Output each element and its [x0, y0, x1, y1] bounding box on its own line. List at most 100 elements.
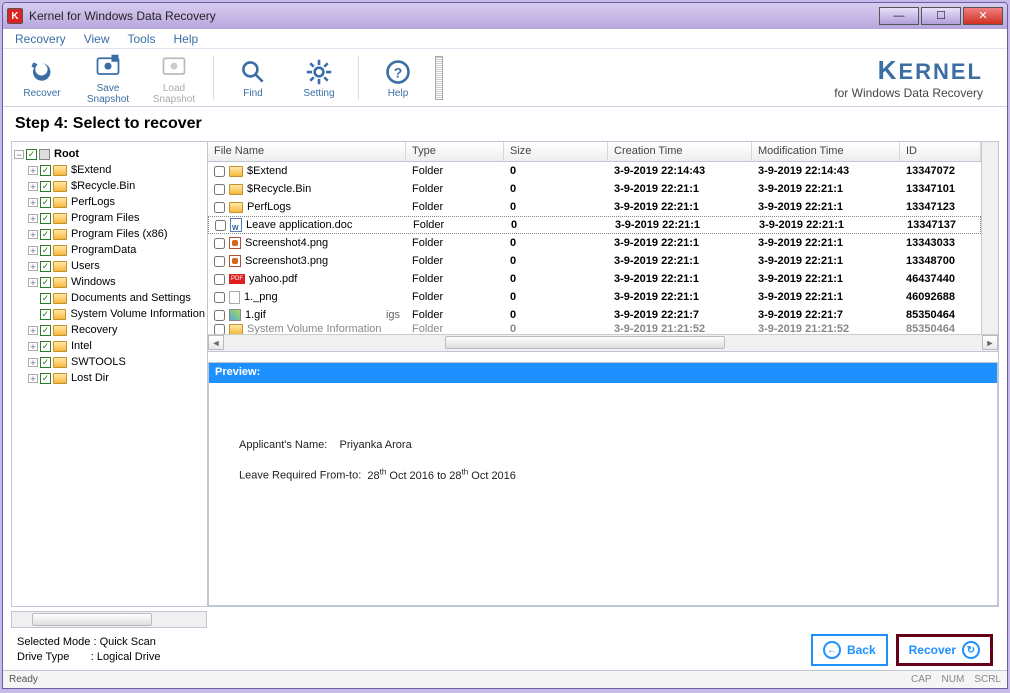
menu-tools[interactable]: Tools — [127, 32, 155, 46]
row-checkbox[interactable] — [214, 256, 225, 267]
checkbox-icon[interactable]: ✓ — [40, 229, 51, 240]
tree-item[interactable]: +✓Windows — [14, 274, 205, 290]
checkbox-icon[interactable]: ✓ — [40, 341, 51, 352]
back-button[interactable]: ← Back — [811, 634, 888, 666]
folder-tree[interactable]: − ✓ Root +✓$Extend+✓$Recycle.Bin+✓PerfLo… — [12, 142, 208, 606]
file-mtime: 3-9-2019 22:14:43 — [752, 164, 900, 178]
checkbox-icon[interactable]: ✓ — [40, 213, 51, 224]
expand-icon[interactable]: + — [28, 278, 38, 287]
toolbar-find[interactable]: Find — [222, 56, 284, 99]
tree-item[interactable]: +✓PerfLogs — [14, 194, 205, 210]
tree-item[interactable]: +✓Users — [14, 258, 205, 274]
tree-item[interactable]: ✓System Volume Information — [14, 306, 205, 322]
tree-item[interactable]: +✓Lost Dir — [14, 370, 205, 386]
expand-icon[interactable]: + — [28, 182, 38, 191]
image-icon — [229, 237, 241, 249]
tree-root[interactable]: − ✓ Root — [14, 146, 205, 162]
expand-icon[interactable]: + — [28, 342, 38, 351]
tree-item[interactable]: +✓$Extend — [14, 162, 205, 178]
row-checkbox[interactable] — [214, 184, 225, 195]
expand-icon[interactable]: + — [28, 214, 38, 223]
toolbar-recover[interactable]: Recover — [11, 56, 73, 99]
col-id[interactable]: ID — [900, 142, 981, 161]
back-arrow-icon: ← — [823, 641, 841, 659]
row-checkbox[interactable] — [214, 292, 225, 303]
checkbox-icon[interactable]: ✓ — [40, 373, 51, 384]
table-body[interactable]: $ExtendFolder03-9-2019 22:14:433-9-2019 … — [208, 162, 981, 334]
expand-icon[interactable]: + — [28, 374, 38, 383]
tree-item[interactable]: +✓Program Files — [14, 210, 205, 226]
tree-item[interactable]: +✓ProgramData — [14, 242, 205, 258]
toolbar-overflow-grip[interactable] — [435, 56, 443, 100]
toolbar-save-snapshot[interactable]: Save Snapshot — [77, 51, 139, 105]
checkbox-icon[interactable]: ✓ — [40, 357, 51, 368]
expand-icon[interactable]: + — [28, 198, 38, 207]
checkbox-icon[interactable]: ✓ — [40, 181, 51, 192]
expand-icon[interactable]: + — [28, 262, 38, 271]
row-checkbox[interactable] — [215, 220, 226, 231]
tree-horizontal-scrollbar[interactable] — [11, 611, 207, 628]
table-row[interactable]: Screenshot4.pngFolder03-9-2019 22:21:13-… — [208, 234, 981, 252]
checkbox-icon[interactable]: ✓ — [40, 277, 51, 288]
expand-icon[interactable]: + — [28, 326, 38, 335]
checkbox-icon[interactable]: ✓ — [40, 309, 51, 320]
checkbox-icon[interactable]: ✓ — [40, 261, 51, 272]
tree-item[interactable]: +✓Program Files (x86) — [14, 226, 205, 242]
table-row[interactable]: PerfLogsFolder03-9-2019 22:21:13-9-2019 … — [208, 198, 981, 216]
scroll-left-icon[interactable]: ◄ — [208, 335, 224, 350]
toolbar-recover-label: Recover — [11, 88, 73, 99]
table-row[interactable]: Leave application.docFolder03-9-2019 22:… — [208, 216, 981, 234]
checkbox-icon[interactable]: ✓ — [40, 165, 51, 176]
toolbar-help[interactable]: ? Help — [367, 56, 429, 99]
checkbox-icon[interactable]: ✓ — [40, 245, 51, 256]
tree-item[interactable]: ✓Documents and Settings — [14, 290, 205, 306]
maximize-button[interactable]: ☐ — [921, 7, 961, 25]
expand-icon[interactable]: + — [28, 230, 38, 239]
scroll-thumb[interactable] — [445, 336, 725, 349]
table-row[interactable]: $Recycle.BinFolder03-9-2019 22:21:13-9-2… — [208, 180, 981, 198]
col-creation[interactable]: Creation Time — [608, 142, 752, 161]
folder-icon — [53, 293, 67, 304]
row-checkbox[interactable] — [214, 310, 225, 321]
toolbar-setting[interactable]: Setting — [288, 56, 350, 99]
horizontal-scrollbar[interactable]: ◄ ► — [208, 334, 998, 351]
close-button[interactable]: ✕ — [963, 7, 1003, 25]
tree-item[interactable]: +✓Intel — [14, 338, 205, 354]
collapse-icon[interactable]: − — [14, 150, 24, 159]
table-row[interactable]: Screenshot3.pngFolder03-9-2019 22:21:13-… — [208, 252, 981, 270]
tree-item[interactable]: +✓SWTOOLS — [14, 354, 205, 370]
tree-item[interactable]: +✓$Recycle.Bin — [14, 178, 205, 194]
row-checkbox[interactable] — [214, 238, 225, 249]
row-checkbox[interactable] — [214, 324, 225, 334]
expand-icon[interactable]: + — [28, 246, 38, 255]
expand-icon[interactable]: + — [28, 166, 38, 175]
col-modification[interactable]: Modification Time — [752, 142, 900, 161]
col-type[interactable]: Type — [406, 142, 504, 161]
scroll-right-icon[interactable]: ► — [982, 335, 998, 350]
menu-help[interactable]: Help — [174, 32, 199, 46]
row-checkbox[interactable] — [214, 202, 225, 213]
menu-view[interactable]: View — [84, 32, 110, 46]
checkbox-icon[interactable]: ✓ — [40, 293, 51, 304]
expand-icon[interactable]: + — [28, 358, 38, 367]
tree-item[interactable]: +✓Recovery — [14, 322, 205, 338]
col-filename[interactable]: File Name — [208, 142, 406, 161]
row-checkbox[interactable] — [214, 166, 225, 177]
table-row[interactable]: 1.gifigsFolder03-9-2019 22:21:73-9-2019 … — [208, 306, 981, 324]
table-row[interactable]: 1._pngFolder03-9-2019 22:21:13-9-2019 22… — [208, 288, 981, 306]
checkbox-icon[interactable]: ✓ — [40, 197, 51, 208]
minimize-button[interactable]: — — [879, 7, 919, 25]
menu-recovery[interactable]: Recovery — [15, 32, 66, 46]
col-size[interactable]: Size — [504, 142, 608, 161]
checkbox-icon[interactable]: ✓ — [26, 149, 37, 160]
recover-button[interactable]: Recover ↻ — [896, 634, 993, 666]
file-mtime: 3-9-2019 22:21:7 — [752, 308, 900, 322]
vertical-scrollbar[interactable] — [981, 142, 998, 334]
table-row[interactable]: System Volume InformationFolder03-9-2019… — [208, 324, 981, 334]
table-row[interactable]: $ExtendFolder03-9-2019 22:14:433-9-2019 … — [208, 162, 981, 180]
title-bar[interactable]: K Kernel for Windows Data Recovery — ☐ ✕ — [3, 3, 1007, 29]
table-row[interactable]: PDFyahoo.pdfFolder03-9-2019 22:21:13-9-2… — [208, 270, 981, 288]
scroll-thumb[interactable] — [32, 613, 152, 626]
row-checkbox[interactable] — [214, 274, 225, 285]
checkbox-icon[interactable]: ✓ — [40, 325, 51, 336]
